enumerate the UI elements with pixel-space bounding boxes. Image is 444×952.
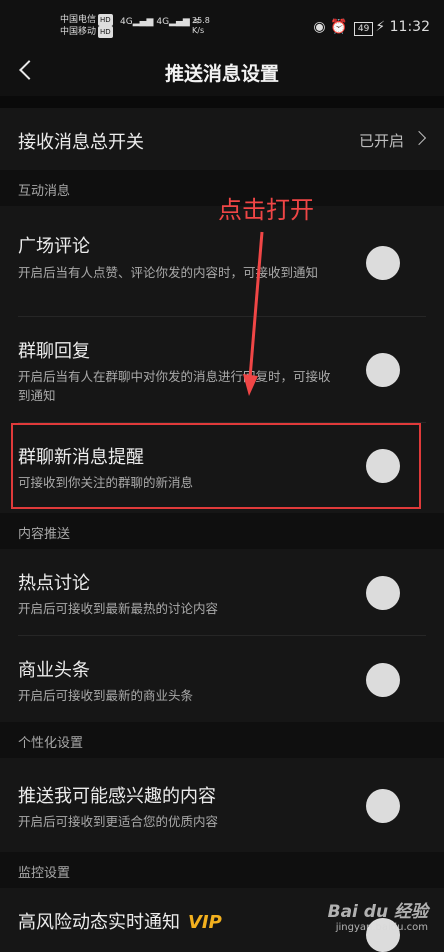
setting-title: 群聊回复: [18, 341, 90, 362]
status-bar: 中国电信 HD 中国移动 HD 4G▂▄▆ 4G▂▄▆ ≋ 25.8 K/s ◉ ⏰…: [0, 0, 444, 50]
speed-value: 25.8: [192, 16, 210, 25]
section-header-content: 内容推送: [0, 513, 444, 549]
signal-bars-icon: ▂▄▆: [169, 17, 190, 27]
section-title: 互动消息: [18, 184, 71, 199]
toggle-switch[interactable]: [366, 576, 400, 610]
clock: 11:32: [389, 19, 430, 35]
annotation-label: 点击打开: [218, 196, 314, 224]
toggle-switch[interactable]: [366, 663, 400, 697]
setting-item-recommended-content[interactable]: 推送我可能感兴趣的内容 开启后可接收到更适合您的优质内容: [0, 758, 444, 852]
status-right: ◉ ⏰ 49 ⚡ 11:32: [313, 19, 430, 36]
speed-unit: K/s: [192, 26, 205, 35]
signal-4g-label: 4G: [120, 17, 133, 27]
section-title: 个性化设置: [18, 736, 84, 751]
setting-title: 广场评论: [18, 236, 90, 257]
master-switch-status: 已开启: [358, 132, 404, 150]
spacer: [0, 96, 444, 108]
section-title: 监控设置: [18, 866, 71, 881]
signal-bars-icon: ▂▄▆: [132, 17, 154, 27]
section-header-personalized: 个性化设置: [0, 722, 444, 758]
toggle-switch[interactable]: [366, 353, 400, 387]
carrier-1: 中国电信: [60, 15, 97, 25]
section-header-monitor: 监控设置: [0, 852, 444, 888]
master-switch-row[interactable]: 接收消息总开关 已开启: [0, 108, 444, 170]
chevron-right-icon: [411, 130, 427, 146]
watermark-url: jingyan.baidu.com: [335, 922, 428, 933]
charging-icon: ⚡: [375, 19, 386, 35]
hd-badge: HD: [98, 14, 113, 26]
setting-desc: 开启后可接收到最新最热的讨论内容: [18, 601, 219, 616]
carrier-2: 中国移动: [60, 27, 97, 37]
setting-desc: 开启后可接收到最新的商业头条: [18, 688, 194, 703]
battery-icon: 49: [353, 22, 374, 36]
eye-icon: ◉: [313, 19, 326, 35]
toggle-switch[interactable]: [366, 246, 400, 280]
signal-icons: 4G▂▄▆ 4G▂▄▆ ≋: [120, 17, 200, 27]
setting-item-business-headlines[interactable]: 商业头条 开启后可接收到最新的商业头条: [0, 636, 444, 722]
setting-desc: 开启后当有人点赞、评论你发的内容时，可接收到通知: [18, 265, 319, 280]
setting-item-group-reply[interactable]: 群聊回复 开启后当有人在群聊中对你发的消息进行回复时，可接收到通知: [0, 317, 444, 422]
hd-badge: HD: [98, 26, 113, 38]
master-switch-label: 接收消息总开关: [18, 132, 144, 153]
vip-badge: VIP: [188, 912, 222, 933]
highlight-box: [11, 423, 421, 509]
toggle-switch[interactable]: [366, 789, 400, 823]
nav-bar: 推送消息设置: [0, 50, 444, 96]
setting-title-text: 高风险动态实时通知: [18, 912, 180, 933]
setting-title: 推送我可能感兴趣的内容: [18, 786, 216, 807]
section-title: 内容推送: [18, 527, 71, 542]
setting-desc: 开启后可接收到更适合您的优质内容: [18, 814, 219, 829]
setting-title: 商业头条: [18, 660, 90, 681]
baidu-jingyan-logo: Bai du 经验: [327, 902, 428, 922]
page-title: 推送消息设置: [164, 63, 279, 85]
carrier-info: 中国电信 HD 中国移动 HD: [60, 14, 113, 38]
alarm-icon: ⏰: [330, 19, 348, 35]
setting-item-hot-discussion[interactable]: 热点讨论 开启后可接收到最新最热的讨论内容: [0, 549, 444, 635]
setting-title: 高风险动态实时通知 VIP: [18, 908, 222, 934]
signal-4g-label: 4G: [156, 17, 170, 27]
watermark: Bai du 经验 jingyan.baidu.com: [328, 897, 428, 933]
setting-title: 热点讨论: [18, 573, 90, 594]
network-speed: 25.8 K/s: [192, 16, 210, 36]
setting-desc: 开启后当有人在群聊中对你发的消息进行回复时，可接收到通知: [18, 369, 331, 403]
